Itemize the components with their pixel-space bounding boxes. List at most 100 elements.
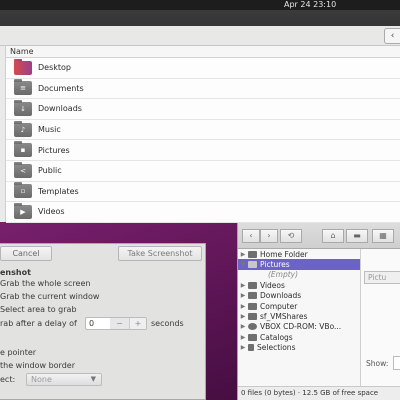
list-item[interactable]: ▫ Templates — [6, 181, 400, 203]
forward-button[interactable]: › — [260, 229, 278, 243]
expand-arrow-icon[interactable]: ▶ — [238, 292, 248, 299]
files-window: ‹ Name Desktop ≡ Documents ↓ Downloads ♪ Mu… — [0, 10, 400, 223]
tree-item-label: Catalogs — [260, 332, 293, 342]
desktop-folder-icon — [14, 58, 32, 75]
delay-value: 0 — [89, 319, 95, 328]
file-list: Desktop ≡ Documents ↓ Downloads ♪ Music ▪ Pi… — [6, 58, 400, 223]
item-label: Pictures — [38, 145, 70, 155]
section-heading: enshot — [0, 268, 31, 277]
grab-whole-screen-option[interactable]: Grab the whole screen — [0, 279, 90, 288]
music-folder-icon: ♪ — [14, 120, 32, 137]
delay-unit: seconds — [151, 319, 184, 328]
folder-tree: ▶ Home Folder ▼ Pictures (Empty) ▶ Videos ▶… — [238, 249, 361, 386]
back-button[interactable]: ‹ — [242, 229, 260, 243]
item-label: Documents — [38, 83, 84, 93]
clock[interactable]: Apr 24 23:10 — [284, 0, 336, 10]
expand-arrow-icon[interactable]: ▶ — [238, 251, 248, 258]
expand-arrow-icon[interactable]: ▶ — [238, 344, 248, 351]
delay-spinner[interactable]: 0 − + — [85, 317, 147, 330]
expand-arrow-icon[interactable]: ▶ — [238, 334, 248, 341]
home-icon[interactable]: ⌂ — [322, 229, 344, 243]
show-filter-dropdown[interactable] — [393, 356, 400, 370]
item-label: Videos — [38, 207, 65, 217]
collapse-arrow-icon[interactable]: ▼ — [238, 261, 248, 268]
pictures-folder-icon: ▪ — [14, 141, 32, 158]
item-label: Music — [38, 125, 61, 135]
tree-item-videos[interactable]: ▶ Videos — [238, 280, 360, 290]
decrease-button[interactable]: − — [110, 318, 129, 329]
take-screenshot-button[interactable]: Take Screenshot — [118, 246, 202, 261]
delay-label: rab after a delay of — [0, 319, 77, 328]
top-bar: Apr 24 23:10 — [0, 0, 400, 10]
list-item[interactable]: < Public — [6, 160, 400, 182]
chevron-down-icon: ▼ — [90, 375, 96, 383]
computer-icon — [248, 302, 257, 310]
effect-value: None — [31, 375, 52, 384]
videos-folder-icon: ▶ — [14, 202, 32, 219]
templates-folder-icon: ▫ — [14, 182, 32, 199]
tree-item-label: Downloads — [260, 291, 302, 301]
effect-label: ect: — [0, 375, 16, 384]
tree-item-home[interactable]: ▶ Home Folder — [238, 249, 360, 259]
drive-icon — [248, 313, 257, 321]
folder-icon — [248, 261, 257, 269]
list-item[interactable]: ♪ Music — [6, 119, 400, 141]
grab-window-option[interactable]: Grab the current window — [0, 292, 99, 301]
history-button[interactable]: ⟲ — [280, 229, 302, 243]
list-item[interactable]: ▶ Videos — [6, 202, 400, 223]
include-pointer-option[interactable]: e pointer — [0, 348, 36, 357]
folder-icon — [248, 281, 257, 289]
flag-icon — [248, 344, 254, 352]
list-item[interactable]: ↓ Downloads — [6, 99, 400, 120]
tree-item-selections[interactable]: ▶ Selections — [238, 343, 360, 353]
view-options-button[interactable]: ‹ — [384, 28, 400, 44]
list-item[interactable]: Desktop — [6, 58, 400, 79]
folder-icon[interactable]: ▬ — [346, 229, 368, 243]
tree-item-downloads[interactable]: ▶ Downloads — [238, 291, 360, 301]
list-item[interactable]: ▪ Pictures — [6, 140, 400, 161]
tree-item-computer[interactable]: ▶ Computer — [238, 301, 360, 311]
files-toolbar — [0, 26, 400, 46]
column-header-name[interactable]: Name — [6, 46, 400, 58]
tree-item-label: VBOX CD-ROM: VBo... — [260, 322, 342, 332]
tree-item-empty: (Empty) — [268, 270, 299, 280]
list-item[interactable]: ≡ Documents — [6, 78, 400, 100]
path-tab-pictures[interactable]: Pictu — [364, 271, 400, 284]
show-label: Show: — [366, 359, 389, 368]
select-area-option[interactable]: Select area to grab — [0, 305, 77, 314]
folder-icon — [248, 250, 257, 258]
tree-item-catalogs[interactable]: ▶ Catalogs — [238, 332, 360, 342]
file-browser-window: ‹ › ⟲ ⌂ ▬ ▦ ▶ Home Folder ▼ Pictures (Empt… — [237, 223, 400, 400]
status-bar: 0 files (0 bytes) · 12.5 GB of free spac… — [238, 386, 400, 400]
tree-item-pictures[interactable]: ▼ Pictures — [238, 259, 360, 270]
item-label: Public — [38, 166, 62, 176]
downloads-folder-icon: ↓ — [14, 99, 32, 116]
cancel-button[interactable]: Cancel — [0, 246, 52, 261]
browser-toolbar: ‹ › ⟲ ⌂ ▬ ▦ — [238, 223, 400, 249]
increase-button[interactable]: + — [129, 318, 146, 329]
tree-item-label: Selections — [257, 343, 296, 353]
expand-arrow-icon[interactable]: ▶ — [238, 282, 248, 289]
catalog-icon — [248, 333, 257, 341]
item-label: Templates — [38, 186, 79, 196]
include-border-option[interactable]: the window border — [0, 361, 75, 370]
cdrom-icon — [248, 323, 257, 331]
expand-arrow-icon[interactable]: ▶ — [238, 323, 248, 330]
expand-arrow-icon[interactable]: ▶ — [238, 303, 248, 310]
view-button[interactable]: ▦ — [372, 229, 394, 243]
documents-folder-icon: ≡ — [14, 79, 32, 96]
item-label: Desktop — [38, 63, 71, 73]
folder-icon — [248, 292, 257, 300]
tree-item-label: sf_VMShares — [260, 312, 308, 322]
tree-item-label: Home Folder — [260, 249, 308, 259]
expand-arrow-icon[interactable]: ▶ — [238, 313, 248, 320]
public-folder-icon: < — [14, 161, 32, 178]
effect-dropdown[interactable]: None ▼ — [26, 373, 102, 386]
item-label: Downloads — [38, 104, 82, 114]
tree-item-label: Computer — [260, 301, 298, 311]
screenshot-dialog: Cancel Take Screenshot enshot Grab the w… — [0, 243, 206, 400]
tree-item-label: Videos — [260, 280, 285, 290]
tree-item-cdrom[interactable]: ▶ VBOX CD-ROM: VBo... — [238, 322, 360, 332]
tree-item-label: Pictures — [260, 260, 290, 270]
tree-item-vmshares[interactable]: ▶ sf_VMShares — [238, 311, 360, 321]
